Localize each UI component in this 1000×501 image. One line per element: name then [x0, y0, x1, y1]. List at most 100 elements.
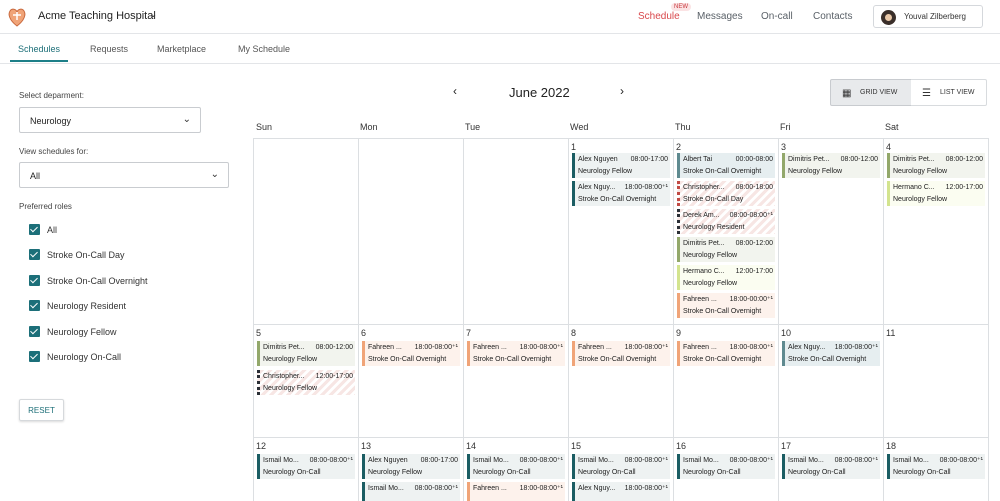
day-number: 2 — [676, 142, 682, 152]
shift-role: Neurology Fellow — [263, 356, 318, 363]
shift-role: Neurology On-Call — [263, 469, 321, 476]
tab-my-schedule[interactable]: My Schedule — [238, 44, 290, 54]
grid-view-button[interactable]: ▦ GRID VIEW — [830, 79, 912, 106]
grid-line — [988, 138, 989, 501]
shift-event[interactable]: Dimitris Pet... 08:00-12:00 Neurology Fe… — [887, 153, 985, 178]
shift-time: 00:00-08:00 — [735, 156, 773, 163]
shift-name: Christopher... — [263, 373, 305, 380]
checkbox-neurology-resident[interactable] — [29, 300, 40, 311]
shift-event[interactable]: Alex Nguyen 08:00-17:00 Neurology Fellow — [572, 153, 670, 178]
tab-requests[interactable]: Requests — [90, 44, 128, 54]
reset-button[interactable]: RESET — [19, 399, 64, 421]
shift-role: Stroke On-Call Day — [683, 196, 744, 203]
shift-event[interactable]: Albert Tai 00:00-08:00 Stroke On-Call Ov… — [677, 153, 775, 178]
day-number: 5 — [256, 328, 262, 338]
shift-event[interactable]: Derek Am... 08:00-08:00⁺¹ Neurology Resi… — [677, 209, 775, 234]
tab-schedules[interactable]: Schedules — [18, 44, 60, 54]
shift-event[interactable]: Ismail Mo... 08:00-08:00⁺¹ Neurology On-… — [467, 454, 565, 479]
checkbox-neurology-on-call[interactable] — [29, 351, 40, 362]
shift-time: 08:00-17:00 — [420, 457, 458, 464]
day-of-week: Sat — [885, 122, 899, 132]
grid-line — [358, 138, 359, 501]
shift-name: Derek Am... — [683, 212, 720, 219]
user-name: Youval Zilberberg — [904, 12, 966, 21]
day-number: 13 — [361, 441, 372, 451]
chevron-down-icon[interactable]: ⌄ — [149, 9, 157, 20]
shift-time: 08:00-08:00⁺¹ — [729, 212, 773, 219]
shift-event[interactable]: Alex Nguy... 18:00-08:00⁺¹ Stroke On-Cal… — [782, 341, 880, 366]
view-for-value: All — [30, 171, 41, 181]
shift-event[interactable]: Ismail Mo... 08:00-08:00⁺¹ Neurology On-… — [257, 454, 355, 479]
shift-event[interactable]: Fahreen ... 18:00-08:00⁺¹ Stroke On-Call… — [362, 341, 460, 366]
day-number: 15 — [571, 441, 582, 451]
role-label: All — [47, 225, 58, 235]
shift-time: 18:00-00:00⁺¹ — [729, 296, 773, 303]
shift-time: 08:00-08:00⁺¹ — [624, 457, 668, 464]
shift-name: Alex Nguy... — [578, 485, 616, 492]
shift-event[interactable]: Alex Nguyen 08:00-17:00 Neurology Fellow — [362, 454, 460, 479]
shift-event[interactable]: Ismail Mo... 08:00-08:00⁺¹ Neurology On-… — [677, 454, 775, 479]
list-icon: ☰ — [922, 88, 931, 99]
shift-time: 08:00-12:00 — [840, 156, 878, 163]
checkbox-all[interactable] — [29, 224, 40, 235]
shift-name: Ismail Mo... — [263, 457, 299, 464]
shift-event[interactable]: Hermano C... 12:00-17:00 Neurology Fello… — [677, 265, 775, 290]
shift-event[interactable]: Fahreen ... 18:00-08:00⁺¹ Stroke On-Call… — [572, 341, 670, 366]
shift-event[interactable]: Fahreen ... 18:00-08:00⁺¹ — [467, 482, 565, 501]
shift-time: 18:00-08:00⁺¹ — [519, 485, 563, 492]
shift-name: Ismail Mo... — [578, 457, 614, 464]
shift-event[interactable]: Ismail Mo... 08:00-08:00⁺¹ Neurology On-… — [572, 454, 670, 479]
shift-role: Neurology On-Call — [893, 469, 951, 476]
sub-tabs: Schedules Requests Marketplace My Schedu… — [0, 35, 1000, 64]
shift-name: Alex Nguy... — [578, 184, 616, 191]
shift-event[interactable]: Alex Nguy... 18:00-08:00⁺¹ — [572, 482, 670, 501]
grid-line — [253, 138, 254, 501]
previous-month-icon[interactable]: ‹ — [453, 84, 457, 98]
shift-event[interactable]: Ismail Mo... 08:00-08:00⁺¹ Neurology On-… — [782, 454, 880, 479]
nav-messages[interactable]: Messages — [697, 11, 743, 22]
shift-role: Neurology On-Call — [683, 469, 741, 476]
active-tab-indicator — [10, 60, 68, 62]
shift-name: Alex Nguy... — [788, 344, 826, 351]
checkbox-stroke-day[interactable] — [29, 249, 40, 260]
department-select[interactable]: Neurology ⌄ — [19, 107, 201, 133]
view-for-select[interactable]: All ⌄ — [19, 162, 229, 188]
hospital-name[interactable]: Acme Teaching Hospital — [38, 10, 156, 22]
avatar — [881, 10, 896, 25]
shift-name: Dimitris Pet... — [263, 344, 305, 351]
next-month-icon[interactable]: › — [620, 84, 624, 98]
list-view-button[interactable]: ☰ LIST VIEW — [911, 79, 987, 106]
shift-event[interactable]: Fahreen ... 18:00-08:00⁺¹ Stroke On-Call… — [467, 341, 565, 366]
shift-role: Neurology Fellow — [788, 168, 843, 175]
shift-time: 08:00-08:00⁺¹ — [519, 457, 563, 464]
shift-name: Fahreen ... — [578, 344, 612, 351]
nav-contacts[interactable]: Contacts — [813, 11, 852, 22]
shift-role: Neurology Fellow — [683, 280, 738, 287]
shift-event[interactable]: Hermano C... 12:00-17:00 Neurology Fello… — [887, 181, 985, 206]
shift-event[interactable]: Fahreen ... 18:00-00:00⁺¹ Stroke On-Call… — [677, 293, 775, 318]
shift-time: 18:00-08:00⁺¹ — [624, 344, 668, 351]
checkbox-stroke-overnight[interactable] — [29, 275, 40, 286]
day-of-week: Fri — [780, 122, 791, 132]
grid-line — [883, 138, 884, 501]
shift-event[interactable]: Christopher... 08:00-18:00 Stroke On-Cal… — [677, 181, 775, 206]
shift-event[interactable]: Fahreen ... 18:00-08:00⁺¹ Stroke On-Call… — [677, 341, 775, 366]
user-menu-button[interactable]: Youval Zilberberg — [873, 5, 983, 28]
grid-line — [463, 138, 464, 501]
new-badge: NEW — [671, 3, 691, 11]
day-number: 18 — [886, 441, 897, 451]
nav-schedule[interactable]: Schedule — [638, 11, 680, 22]
checkbox-neurology-fellow[interactable] — [29, 326, 40, 337]
shift-role: Neurology Fellow — [578, 168, 633, 175]
tab-marketplace[interactable]: Marketplace — [157, 44, 206, 54]
shift-event[interactable]: Alex Nguy... 18:00-08:00⁺¹ Stroke On-Cal… — [572, 181, 670, 206]
shift-time: 08:00-08:00⁺¹ — [939, 457, 983, 464]
shift-event[interactable]: Christopher... 12:00-17:00 Neurology Fel… — [257, 370, 355, 395]
shift-event[interactable]: Dimitris Pet... 08:00-12:00 Neurology Fe… — [677, 237, 775, 262]
nav-on-call[interactable]: On-call — [761, 11, 793, 22]
shift-event[interactable]: Dimitris Pet... 08:00-12:00 Neurology Fe… — [257, 341, 355, 366]
day-number: 1 — [571, 142, 577, 152]
shift-event[interactable]: Ismail Mo... 08:00-08:00⁺¹ — [362, 482, 460, 501]
shift-event[interactable]: Ismail Mo... 08:00-08:00⁺¹ Neurology On-… — [887, 454, 985, 479]
shift-event[interactable]: Dimitris Pet... 08:00-12:00 Neurology Fe… — [782, 153, 880, 178]
